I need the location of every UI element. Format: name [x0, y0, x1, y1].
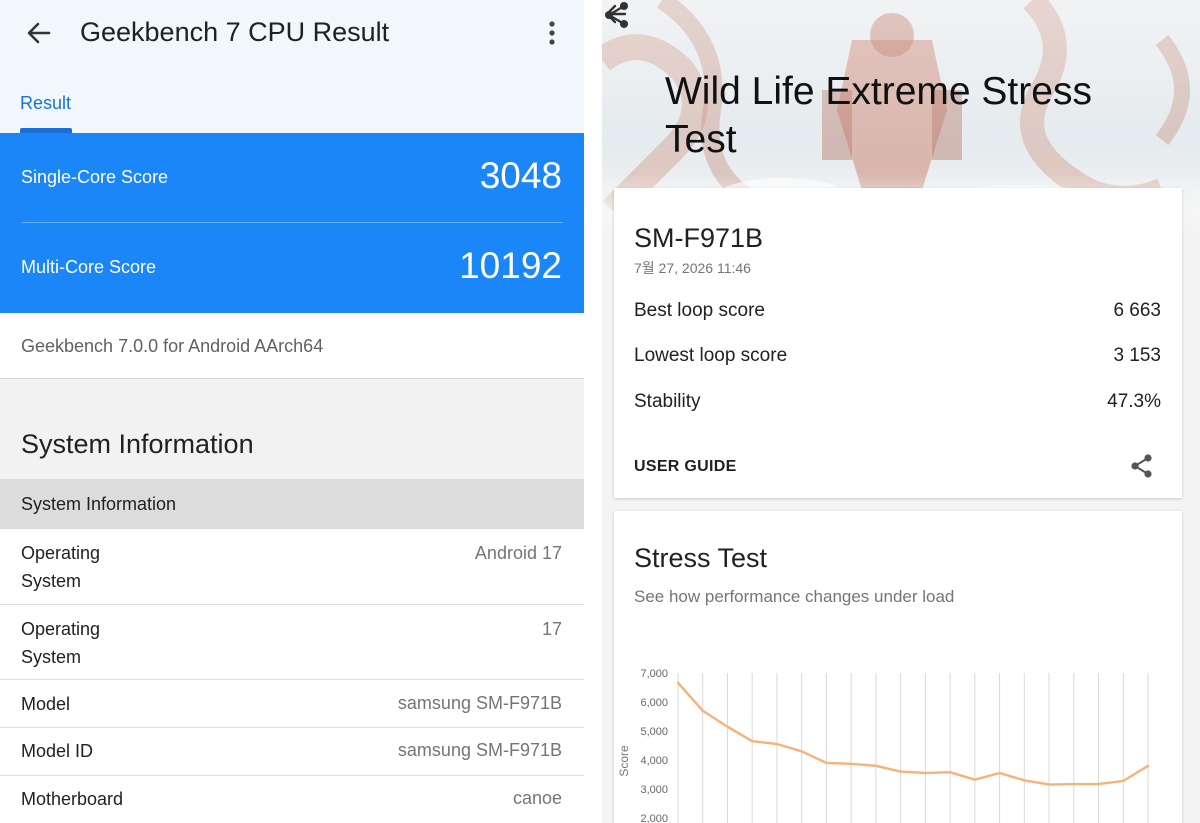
y-axis-label: Score — [617, 745, 631, 777]
stress-test-subtitle: See how performance changes under load — [634, 587, 955, 606]
tab-result[interactable]: Result — [20, 93, 71, 114]
table-row: Model ID samsung SM-F971B — [0, 728, 584, 776]
metric-label: Stability — [634, 391, 701, 412]
row-value: 17 — [541, 619, 562, 639]
data-point — [1122, 779, 1125, 783]
data-point — [948, 770, 952, 774]
user-guide-link[interactable]: USER GUIDE — [634, 458, 737, 476]
stress-test-title: Stress Test — [634, 543, 768, 573]
system-info-table: Operating System Android 17 Operating Sy… — [0, 529, 584, 823]
data-point — [924, 771, 927, 775]
data-point — [1023, 779, 1026, 782]
data-point — [849, 762, 853, 765]
metric-value: 47.3% — [1107, 391, 1161, 412]
metric-label: Lowest loop score — [634, 345, 788, 366]
single-core-score: 3048 — [479, 155, 562, 196]
data-point — [973, 778, 977, 781]
multi-core-label: Multi-Core Score — [21, 257, 157, 277]
split-divider — [584, 0, 602, 823]
metric-best-loop: Best loop score 6 663 — [634, 300, 1161, 330]
version-text: Geekbench 7.0.0 for Android AArch64 — [21, 336, 324, 356]
single-core-label: Single-Core Score — [21, 167, 169, 187]
row-key: Operating System — [21, 543, 101, 591]
y-tick-label: 7,000 — [640, 668, 668, 680]
multi-core-row: Multi-Core Score 10192 — [0, 223, 584, 313]
row-value: samsung SM-F971B — [397, 693, 562, 713]
y-tick-label: 2,000 — [640, 813, 668, 823]
y-tick-label: 5,000 — [640, 726, 668, 738]
data-point — [1072, 782, 1075, 786]
3dmark-panel: Wild Life Extreme Stress Test SM-F971B 7… — [602, 0, 1200, 823]
metric-value: 3 153 — [1113, 345, 1161, 366]
data-point — [726, 725, 729, 728]
row-value: Android 17 — [474, 543, 562, 563]
metric-label: Best loop score — [634, 300, 765, 321]
share-icon[interactable] — [1128, 452, 1156, 480]
back-arrow-icon[interactable] — [24, 18, 54, 48]
table-row: Motherboard canoe — [0, 776, 584, 823]
y-tick-label: 4,000 — [640, 755, 668, 767]
metric-stability: Stability 47.3% — [634, 391, 1161, 421]
score-series-line — [677, 682, 1149, 786]
section-title: System Information — [21, 429, 254, 459]
table-row: Operating System Android 17 — [0, 529, 584, 605]
device-name: SM-F971B — [634, 223, 764, 253]
row-key: Model ID — [21, 741, 94, 761]
data-point — [899, 770, 902, 773]
stress-test-chart: 7,000 6,000 5,000 4,000 3,000 2,000 Score — [617, 668, 1150, 823]
row-key: Motherboard — [21, 789, 124, 809]
data-point — [998, 771, 1001, 775]
app-bar: Geekbench 7 CPU Result Result — [0, 0, 584, 133]
data-point — [676, 681, 680, 684]
stress-test-card: Stress Test See how performance changes … — [614, 511, 1182, 823]
row-value: samsung SM-F971B — [397, 740, 562, 760]
version-row: Geekbench 7.0.0 for Android AArch64 — [0, 313, 584, 379]
data-point — [775, 742, 779, 746]
data-point — [751, 739, 754, 743]
metric-lowest-loop: Lowest loop score 3 153 — [634, 345, 1161, 375]
single-core-row: Single-Core Score 3048 — [0, 133, 584, 223]
row-value: canoe — [512, 788, 562, 808]
data-point — [825, 761, 828, 765]
result-card: SM-F971B 7월 27, 2026 11:46 Best loop sco… — [614, 188, 1182, 498]
metric-value: 6 663 — [1113, 300, 1161, 321]
score-panel: Single-Core Score 3048 Multi-Core Score … — [0, 133, 584, 313]
data-point — [800, 750, 803, 753]
subsection-header: System Information — [0, 479, 584, 529]
test-title: Wild Life Extreme Stress Test — [665, 70, 1092, 161]
more-vert-icon[interactable] — [542, 20, 562, 46]
subsection-title: System Information — [21, 494, 177, 514]
table-row: Operating System 17 — [0, 605, 584, 680]
data-point — [874, 764, 878, 767]
y-tick-label: 6,000 — [640, 697, 668, 709]
test-date: 7월 27, 2026 11:46 — [634, 260, 751, 276]
data-point — [1047, 783, 1051, 786]
row-key: Model — [21, 694, 71, 714]
page-title: Geekbench 7 CPU Result — [80, 17, 390, 47]
data-point — [1097, 782, 1100, 786]
data-point — [701, 709, 704, 712]
multi-core-score: 10192 — [459, 245, 562, 286]
row-key: Operating System — [21, 619, 101, 667]
data-point — [1146, 764, 1150, 767]
y-tick-label: 3,000 — [640, 784, 668, 796]
table-row: Model samsung SM-F971B — [0, 680, 584, 728]
share-icon[interactable] — [602, 0, 632, 30]
geekbench-panel: Geekbench 7 CPU Result Result Single-Cor… — [0, 0, 584, 823]
